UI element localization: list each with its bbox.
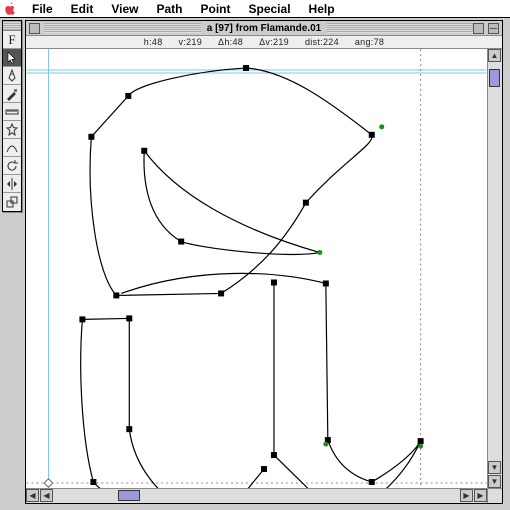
vertical-scrollbar[interactable]: ▲ ▼ ▼ — [487, 49, 502, 488]
oncurve-point[interactable] — [271, 452, 277, 458]
draw-tool-icon[interactable] — [3, 139, 21, 157]
offcurve-point[interactable] — [323, 442, 328, 447]
reflect-tool-icon[interactable] — [3, 175, 21, 193]
menubar: File Edit View Path Point Special Help — [0, 0, 510, 18]
glyph-drawing — [26, 49, 487, 488]
scroll-right-icon[interactable]: ▶ — [460, 489, 473, 502]
knife-tool-icon[interactable] — [3, 85, 21, 103]
glyph-window: a [97] from Flamande.01 h:48 v:219 Δh:48… — [25, 20, 503, 504]
scroll-down-icon[interactable]: ▼ — [488, 461, 501, 474]
oncurve-point[interactable] — [90, 479, 96, 485]
star-tool-icon[interactable] — [3, 121, 21, 139]
oncurve-point[interactable] — [418, 438, 424, 444]
scale-tool-icon[interactable] — [3, 193, 21, 211]
vscroll-thumb[interactable] — [489, 69, 500, 87]
info-dh: Δh:48 — [218, 37, 243, 47]
desktop: F a [97] fro — [0, 18, 510, 510]
work-area: ▲ ▼ ▼ ◀ ◀ ▶ ▶ — [26, 49, 502, 503]
oncurve-point[interactable] — [369, 479, 375, 485]
menu-path[interactable]: Path — [148, 1, 190, 17]
window-titlebar[interactable]: a [97] from Flamande.01 — [26, 21, 502, 36]
scroll-down2-icon[interactable]: ▼ — [488, 475, 501, 488]
hscroll-thumb[interactable] — [118, 490, 140, 501]
oncurve-point[interactable] — [126, 426, 132, 432]
oncurve-point[interactable] — [79, 316, 85, 322]
pointer-tool-icon[interactable] — [3, 49, 21, 67]
oncurve-point[interactable] — [125, 93, 131, 99]
measure-tool-icon[interactable] — [3, 103, 21, 121]
oncurve-point[interactable] — [113, 292, 119, 298]
oncurve-point[interactable] — [88, 134, 94, 140]
info-strip: h:48 v:219 Δh:48 Δv:219 dist:224 ang:78 — [26, 36, 502, 49]
glyph-canvas[interactable] — [26, 49, 487, 488]
offcurve-point[interactable] — [379, 124, 384, 129]
info-v: v:219 — [179, 37, 203, 47]
menu-file[interactable]: File — [24, 1, 61, 17]
offcurve-point[interactable] — [418, 444, 423, 449]
scroll-up-icon[interactable]: ▲ — [488, 49, 501, 62]
close-box-icon[interactable] — [29, 23, 40, 34]
grow-box-icon[interactable] — [487, 488, 502, 503]
oncurve-point[interactable] — [218, 290, 224, 296]
menu-view[interactable]: View — [103, 1, 146, 17]
scroll-left2-icon[interactable]: ◀ — [40, 489, 53, 502]
oncurve-point[interactable] — [369, 132, 375, 138]
info-ang: ang:78 — [355, 37, 384, 47]
window-title: a [97] from Flamande.01 — [201, 23, 327, 34]
info-h: h:48 — [144, 37, 163, 47]
scroll-right2-icon[interactable]: ▶ — [474, 489, 487, 502]
palette-dragbar[interactable] — [3, 21, 21, 31]
collapse-box-icon[interactable] — [488, 23, 499, 34]
menu-point[interactable]: Point — [193, 1, 239, 17]
oncurve-point[interactable] — [126, 315, 132, 321]
info-dv: Δv:219 — [259, 37, 289, 47]
info-dist: dist:224 — [305, 37, 339, 47]
menu-special[interactable]: Special — [241, 1, 299, 17]
rotate-tool-icon[interactable] — [3, 157, 21, 175]
oncurve-point[interactable] — [141, 148, 147, 154]
tool-palette[interactable]: F — [2, 20, 22, 212]
glyph-tool-icon[interactable]: F — [3, 31, 21, 49]
horizontal-scrollbar[interactable]: ◀ ◀ ▶ ▶ — [26, 488, 487, 503]
oncurve-point[interactable] — [271, 279, 277, 285]
oncurve-point[interactable] — [303, 200, 309, 206]
oncurve-point[interactable] — [261, 466, 267, 472]
oncurve-point[interactable] — [323, 280, 329, 286]
offcurve-point[interactable] — [317, 250, 322, 255]
pen-tool-icon[interactable] — [3, 67, 21, 85]
apple-menu-icon[interactable] — [4, 2, 18, 16]
menu-help[interactable]: Help — [301, 1, 343, 17]
scroll-left-icon[interactable]: ◀ — [26, 489, 39, 502]
oncurve-point[interactable] — [178, 239, 184, 245]
menu-edit[interactable]: Edit — [63, 1, 102, 17]
oncurve-point[interactable] — [243, 65, 249, 71]
zoom-box-icon[interactable] — [473, 23, 484, 34]
